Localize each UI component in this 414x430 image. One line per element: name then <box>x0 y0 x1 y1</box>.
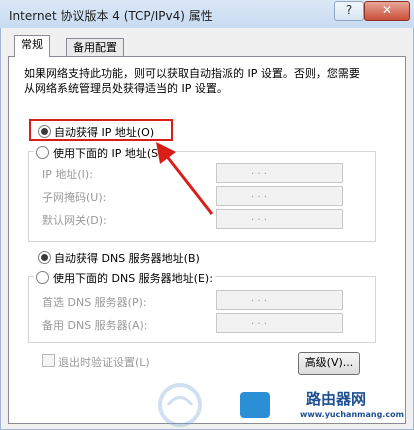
window-title: Internet 协议版本 4 (TCP/IPv4) 属性 <box>9 9 213 23</box>
validate-checkbox[interactable] <box>42 354 55 367</box>
watermark-router-icon <box>240 392 270 418</box>
radio-manual-dns[interactable] <box>36 271 49 284</box>
tab-alternate-config[interactable]: 备用配置 <box>66 38 124 57</box>
validate-label: 退出时验证设置(L) <box>58 356 150 369</box>
manual-ip-option: 使用下面的 IP 地址(S): <box>34 145 169 161</box>
default-gateway-label: 默认网关(D): <box>42 214 107 227</box>
help-button[interactable]: ? <box>334 1 364 21</box>
watermark-url: www.yuchanmang.com <box>300 410 404 419</box>
radio-manual-ip[interactable] <box>36 146 49 159</box>
description-text: 如果网络支持此功能，则可以获取自动指派的 IP 设置。否则，您需要从网络系统管理… <box>24 67 360 95</box>
preferred-dns-input[interactable]: . . . <box>216 290 343 310</box>
preferred-dns-label: 首选 DNS 服务器(P): <box>42 296 147 309</box>
advanced-button[interactable]: 高级(V)... <box>298 352 360 375</box>
radio-auto-dns[interactable] <box>38 251 51 264</box>
ip-address-label: IP 地址(I): <box>42 168 93 181</box>
subnet-mask-label: 子网掩码(U): <box>42 191 107 204</box>
tab-general[interactable]: 常规 <box>14 35 50 57</box>
alternate-dns-input[interactable]: . . . <box>216 313 343 333</box>
annotation-arrow-icon <box>156 142 214 215</box>
auto-dns-label: 自动获得 DNS 服务器地址(B) <box>54 252 200 265</box>
close-button[interactable]: ✕ <box>364 1 410 21</box>
manual-dns-option: 使用下面的 DNS 服务器地址(E): <box>34 270 215 286</box>
subnet-mask-input[interactable]: . . . <box>216 186 343 206</box>
default-gateway-input[interactable]: . . . <box>216 209 343 229</box>
manual-dns-label: 使用下面的 DNS 服务器地址(E): <box>53 272 213 285</box>
ip-address-input[interactable]: . . . <box>216 163 343 183</box>
highlight-box <box>29 119 173 141</box>
alternate-dns-label: 备用 DNS 服务器(A): <box>42 319 148 332</box>
watermark-logo-icon <box>158 383 202 427</box>
watermark-text: 路由器网 <box>306 390 367 408</box>
title-bar: Internet 协议版本 4 (TCP/IPv4) 属性 ? ✕ <box>0 0 414 29</box>
